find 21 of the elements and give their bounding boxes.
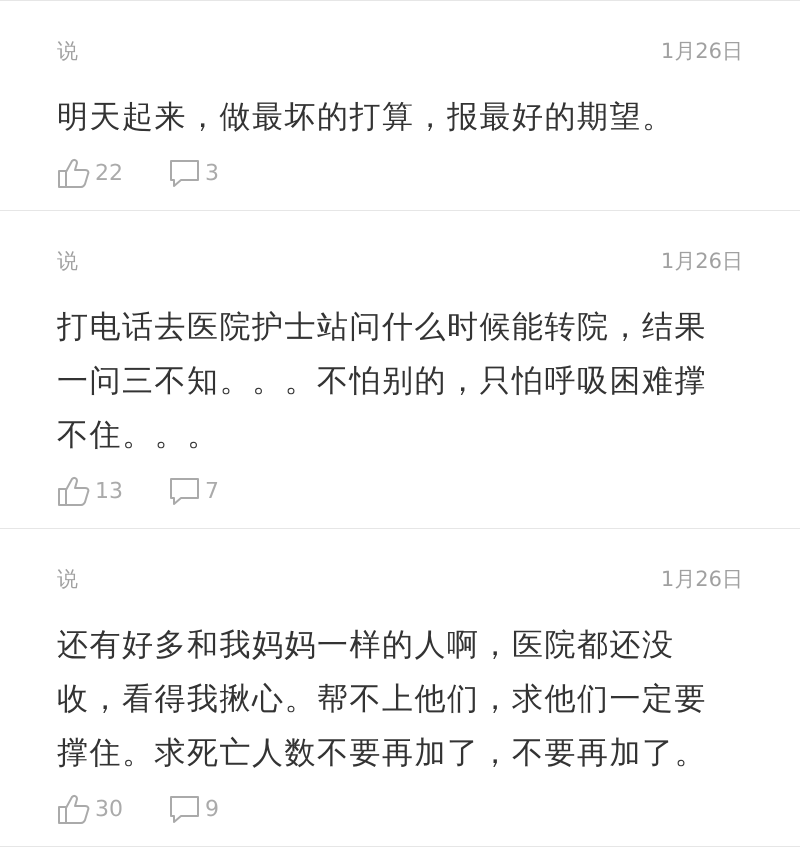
reply-count: 7: [205, 478, 219, 504]
comment-text: 还有好多和我妈妈一样的人啊，医院都还没收，看得我揪心。帮不上他们，求他们一定要撑住。求死亡人数不要再加了，不要再加了。: [57, 626, 708, 773]
comment-date: 1月26日: [660, 248, 743, 275]
thumbs-up-icon[interactable]: [57, 158, 91, 188]
comment-bubble-icon[interactable]: [169, 158, 201, 188]
comment-date: 1月26日: [660, 38, 743, 65]
thumbs-up-icon[interactable]: [57, 476, 91, 506]
like-count: 13: [95, 478, 123, 504]
author-name: 说: [57, 566, 78, 593]
thumbs-up-icon[interactable]: [57, 794, 91, 824]
comment-text: 明天起来，做最坏的打算，报最好的期望。: [57, 98, 676, 137]
comment-text: 打电话去医院护士站问什么时候能转院，结果一问三不知。。。不怕别的，只怕呼吸困难撑不住。。。: [57, 308, 708, 455]
like-count: 22: [95, 160, 123, 186]
comment-bubble-icon[interactable]: [169, 794, 201, 824]
like-count: 30: [95, 796, 123, 822]
reply-count: 3: [205, 160, 219, 186]
reply-count: 9: [205, 796, 219, 822]
author-name: 说: [57, 38, 78, 65]
author-name: 说: [57, 248, 78, 275]
comment-bubble-icon[interactable]: [169, 476, 201, 506]
comment-date: 1月26日: [660, 566, 743, 593]
